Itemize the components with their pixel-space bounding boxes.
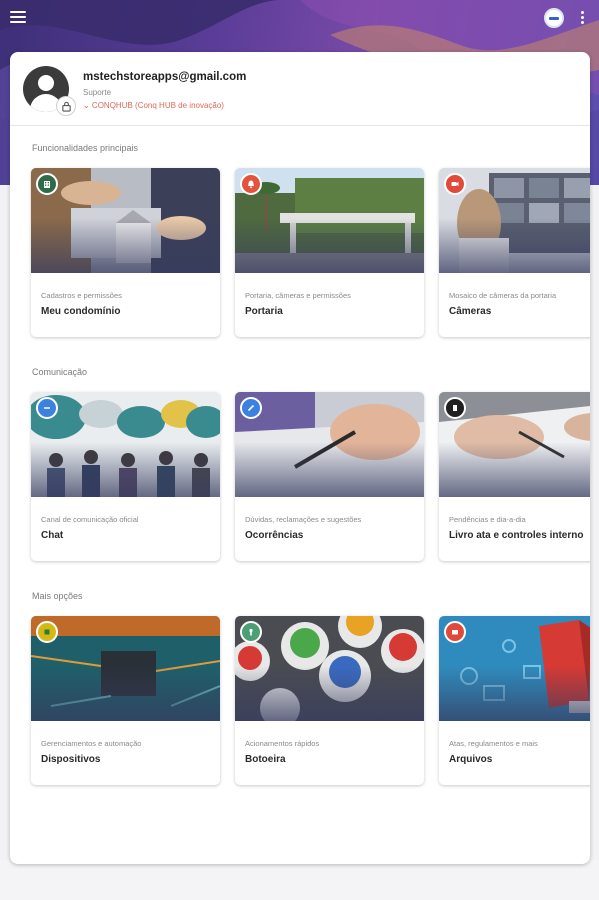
arcade-buttons-image [235,616,424,721]
section-title-more-options: Mais opções [32,591,83,601]
card-subtitle: Acionamentos rápidos [245,739,320,748]
card-subtitle: Atas, regulamentos e mais [449,739,538,748]
more-options-icon[interactable] [581,11,585,25]
card-botoeira[interactable]: Acionamentos rápidos Botoeira [235,616,424,785]
card-title: Chat [41,530,64,541]
card-title: Dispositivos [41,754,101,765]
writing-hand-image [235,392,424,497]
card-title: Livro ata e controles interno [449,530,584,541]
profile-header: mstechstoreapps@gmail.com Suporte ⌄ CONQ… [10,52,590,126]
account-avatar-button[interactable] [544,8,564,28]
card-title: Botoeira [245,754,286,765]
pencil-icon [240,397,262,419]
lock-icon [56,96,76,116]
card-portaria[interactable]: Portaria, câmeras e permissões Portaria [235,168,424,337]
section-title-main-features: Funcionalidades principais [32,143,139,153]
top-app-bar [0,0,599,38]
card-arquivos[interactable]: Atas, regulamentos e mais Arquivos [439,616,590,785]
menu-icon[interactable] [10,11,26,25]
circuit-board-image [31,616,220,721]
chat-bubbles-image [31,392,220,497]
card-subtitle: Dúvidas, reclamações e sugestões [245,515,362,524]
card-subtitle: Portaria, câmeras e permissões [245,291,351,300]
card-livro-ata[interactable]: Pendências e dia-a-dia Livro ata e contr… [439,392,590,561]
card-title: Arquivos [449,754,493,765]
condominium-selector[interactable]: ⌄ CONQHUB (Conq HUB de inovação) [83,101,224,110]
section-title-communication: Comunicação [32,367,88,377]
card-subtitle: Cadastros e permissões [41,291,122,300]
camera-icon [444,173,466,195]
user-role: Suporte [83,88,112,97]
card-dispositivos[interactable]: Gerenciamentos e automação Dispositivos [31,616,220,785]
card-subtitle: Canal de comunicação oficial [41,515,139,524]
gated-entrance-image [235,168,424,273]
card-subtitle: Mosaico de câmeras da portaria [449,291,557,300]
card-subtitle: Gerenciamentos e automação [41,739,142,748]
card-subtitle: Pendências e dia-a-dia [449,515,526,524]
card-cameras[interactable]: Mosaico de câmeras da portaria Câmeras [439,168,590,337]
card-title: Meu condomínio [41,306,121,317]
book-icon [444,397,466,419]
card-meu-condominio[interactable]: Cadastros e permissões Meu condomínio [31,168,220,337]
card-title: Ocorrências [245,530,304,541]
card-title: Portaria [245,306,283,317]
folder-icon [444,621,466,643]
card-chat[interactable]: Canal de comunicação oficial Chat [31,392,220,561]
card-ocorrencias[interactable]: Dúvidas, reclamações e sugestões Ocorrên… [235,392,424,561]
card-title: Câmeras [449,306,492,317]
building-icon [36,173,58,195]
chip-icon [36,621,58,643]
user-email: mstechstoreapps@gmail.com [83,71,247,83]
chat-icon [36,397,58,419]
footer-background [0,860,599,900]
office-handshake-image [31,168,220,273]
touch-icon [240,621,262,643]
bell-icon [240,173,262,195]
main-panel: mstechstoreapps@gmail.com Suporte ⌄ CONQ… [10,52,590,864]
